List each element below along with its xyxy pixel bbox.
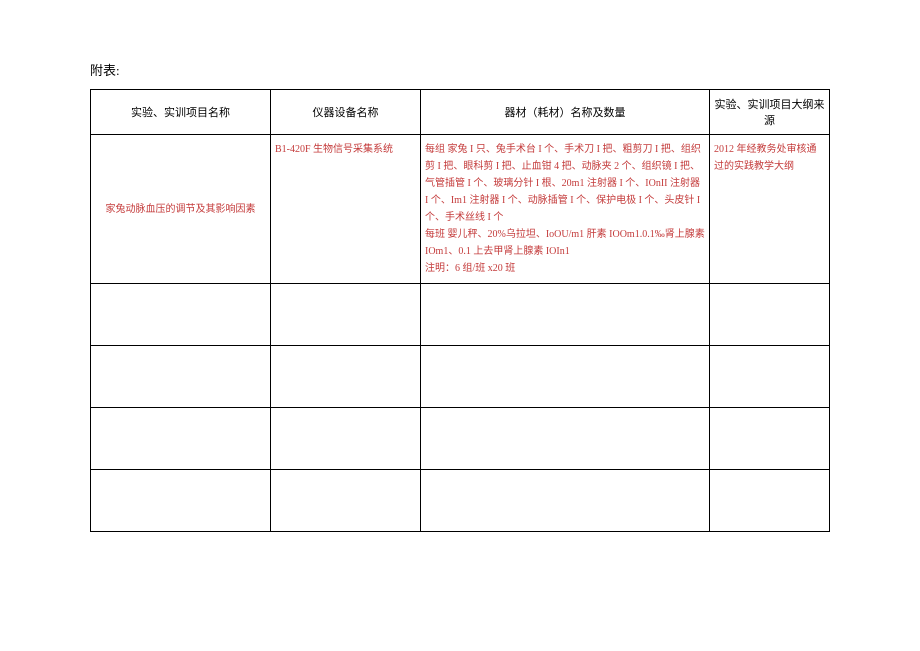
table-row — [91, 408, 830, 470]
empty-cell — [91, 470, 271, 532]
empty-cell — [710, 346, 830, 408]
empty-cell — [271, 284, 421, 346]
table-row: 家兔动脉血压的调节及其影响因素 B1-420F 生物信号采集系统 每组 家兔 I… — [91, 135, 830, 284]
header-project-name: 实验、实训项目名称 — [91, 90, 271, 135]
empty-cell — [421, 408, 710, 470]
empty-cell — [710, 284, 830, 346]
empty-cell — [421, 470, 710, 532]
page-title: 附表: — [90, 60, 830, 79]
empty-cell — [91, 346, 271, 408]
empty-cell — [271, 470, 421, 532]
table-row — [91, 346, 830, 408]
cell-source: 2012 年经教务处审核通过的实践教学大纲 — [710, 135, 830, 284]
empty-cell — [710, 470, 830, 532]
experiment-table: 实验、实训项目名称 仪器设备名称 器材（耗材）名称及数量 实验、实训项目大纲来源… — [90, 89, 830, 532]
header-equipment: 仪器设备名称 — [271, 90, 421, 135]
table-row — [91, 470, 830, 532]
empty-cell — [91, 284, 271, 346]
header-source: 实验、实训项目大纲来源 — [710, 90, 830, 135]
cell-project-name: 家兔动脉血压的调节及其影响因素 — [91, 135, 271, 284]
empty-cell — [271, 346, 421, 408]
header-row: 实验、实训项目名称 仪器设备名称 器材（耗材）名称及数量 实验、实训项目大纲来源 — [91, 90, 830, 135]
header-materials: 器材（耗材）名称及数量 — [421, 90, 710, 135]
empty-cell — [421, 284, 710, 346]
empty-cell — [421, 346, 710, 408]
cell-materials: 每组 家兔 I 只、兔手术台 I 个、手术刀 I 把、粗剪刀 I 把、组织剪 I… — [421, 135, 710, 284]
cell-equipment: B1-420F 生物信号采集系统 — [271, 135, 421, 284]
empty-cell — [91, 408, 271, 470]
table-row — [91, 284, 830, 346]
empty-cell — [710, 408, 830, 470]
empty-cell — [271, 408, 421, 470]
